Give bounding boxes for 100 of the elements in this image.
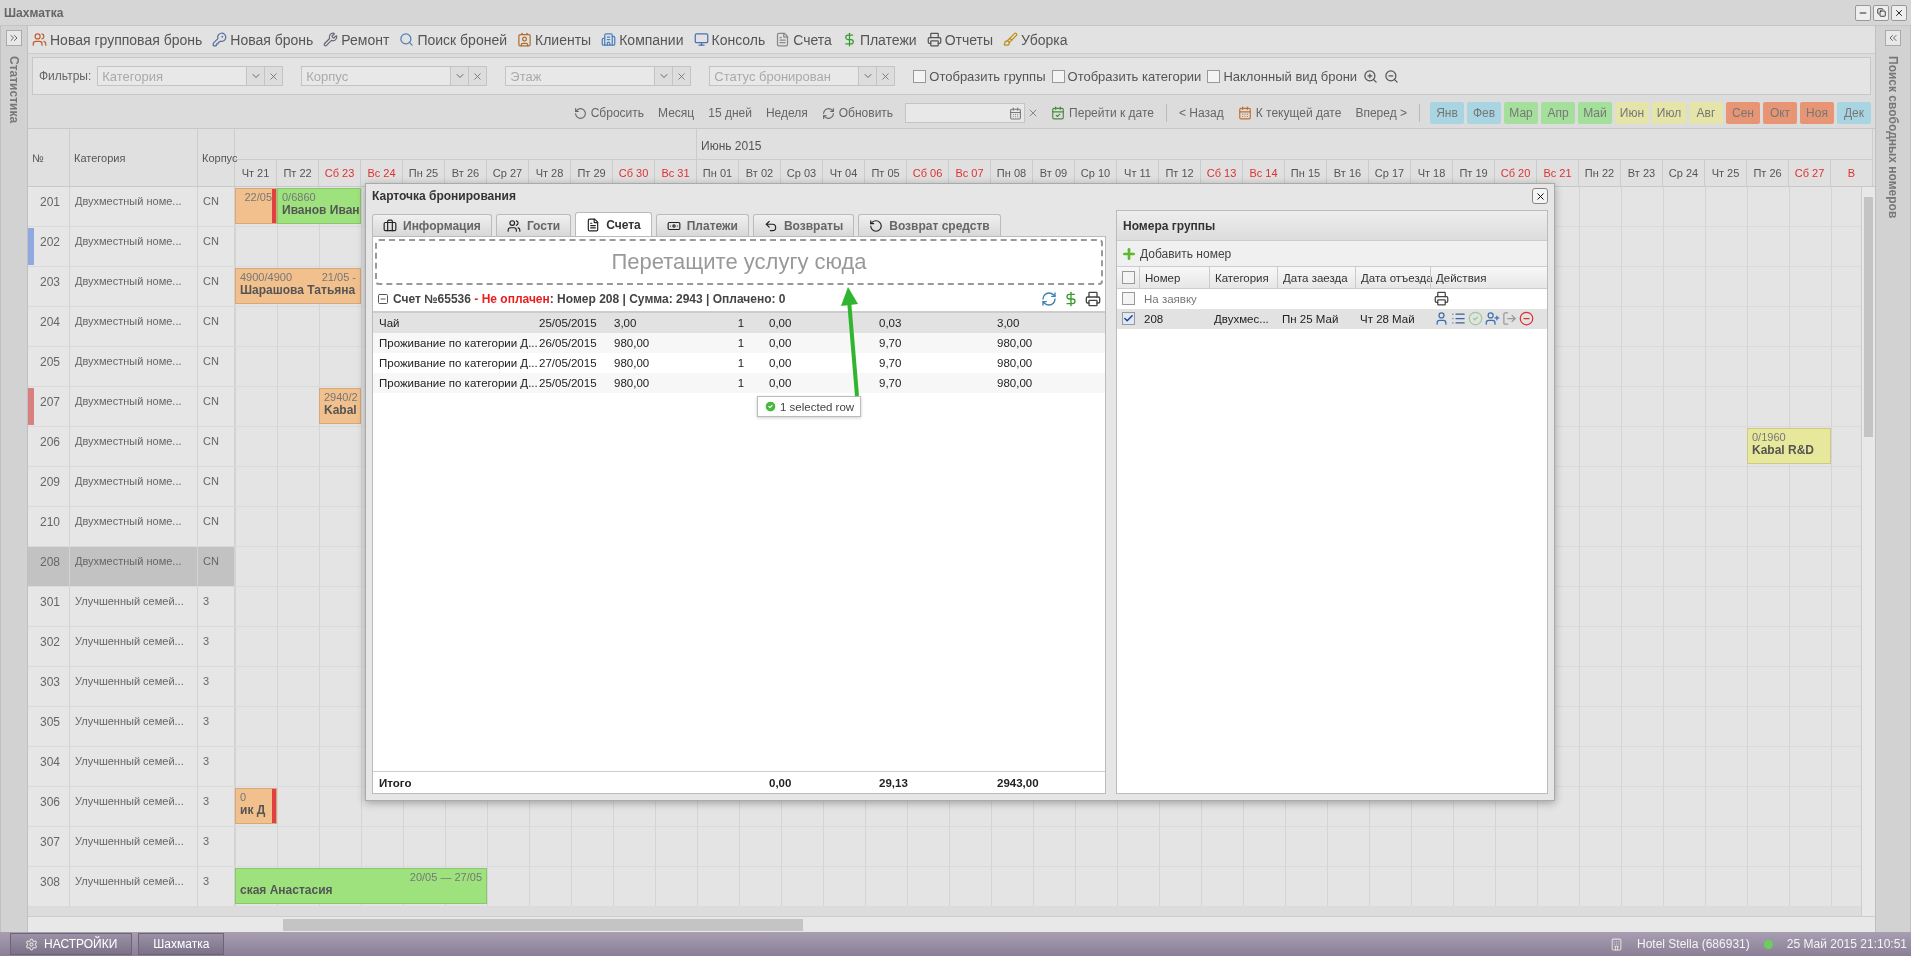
printer-icon[interactable] [1085, 291, 1101, 307]
close-button[interactable] [1891, 4, 1907, 21]
expand-button[interactable] [6, 30, 22, 46]
clear-button[interactable] [673, 66, 692, 86]
booking-bar[interactable]: 22/05 [235, 188, 277, 224]
tab[interactable]: Платежи [655, 214, 749, 236]
refresh-button[interactable]: Обновить [819, 106, 896, 120]
filter-field[interactable]: Корпус [301, 66, 452, 86]
clear-button[interactable] [265, 66, 284, 86]
checkbox[interactable] [913, 69, 927, 83]
refresh-icon[interactable] [1041, 291, 1057, 307]
toolbar-button[interactable]: Поиск броней [399, 31, 508, 48]
toolbar-button[interactable]: Счета [775, 31, 832, 48]
person-icon[interactable] [1434, 311, 1449, 326]
month-button[interactable]: Мар [1504, 102, 1538, 124]
toolbar-button[interactable]: Отчеты [926, 31, 994, 48]
invoice-row[interactable]: Проживание по категории Д...25/05/2015 980,00 1 0,00 9,70 980,00 [373, 373, 1105, 393]
checkbox[interactable] [1207, 69, 1221, 83]
collapse-icon[interactable] [377, 293, 389, 305]
table-cell-text: 0,00 [768, 337, 793, 349]
booking-bar[interactable]: 0/6860 Иванов Иван [277, 188, 361, 224]
month-button[interactable]: Июл [1652, 102, 1686, 124]
tab[interactable]: Возврат средств [858, 214, 1001, 236]
horizontal-scrollbar[interactable] [28, 916, 1875, 932]
clear-button[interactable] [469, 66, 488, 86]
checkbox[interactable] [1121, 292, 1135, 305]
minus-circle-icon[interactable] [1519, 311, 1534, 326]
toolbar-button[interactable]: Уборка [1003, 31, 1068, 48]
month-button[interactable]: Дек [1837, 102, 1871, 124]
filter-field[interactable]: Категория [97, 66, 248, 86]
booking-bar[interactable]: 2940/2 Kabal [319, 388, 361, 424]
go-to-date-button[interactable]: Перейти к дате [1049, 106, 1156, 120]
booking-bar[interactable]: 0 ик Д [235, 788, 277, 824]
room-category: Двухместный номе... [70, 547, 198, 586]
dropdown-button[interactable] [247, 66, 266, 86]
invoice-row[interactable]: Чай 25/05/2015 3,00 1 0,00 0,03 3,00 [373, 313, 1105, 333]
table-cell-text: 0,00 [768, 357, 793, 369]
add-person-icon[interactable] [1485, 311, 1500, 326]
dropdown-button[interactable] [859, 66, 878, 86]
dropdown-button[interactable] [655, 66, 674, 86]
invoice-row[interactable]: Проживание по категории Д...26/05/2015 980,00 1 0,00 9,70 980,00 [373, 333, 1105, 353]
dollar-icon[interactable] [1063, 291, 1079, 307]
add-room-button[interactable]: Добавить номер [1121, 245, 1232, 262]
printer-icon[interactable] [1434, 291, 1449, 306]
list-icon[interactable] [1451, 311, 1466, 326]
clear-button[interactable] [877, 66, 896, 86]
toolbar-button[interactable]: Компании [601, 31, 684, 48]
toolbar-button[interactable]: Клиенты [517, 31, 592, 48]
room-row[interactable]: 308 Улучшенный семей... 3 20/05 — 27/05 ская Анастасия [28, 867, 1861, 907]
double-chevron-icon [1887, 32, 1899, 44]
toolbar-button[interactable]: Ремонт [323, 31, 390, 48]
month-button[interactable]: Июн [1615, 102, 1649, 124]
tab[interactable]: Возвраты [752, 214, 855, 236]
checkbox[interactable] [1051, 69, 1065, 83]
today-button[interactable]: К текущей дате [1235, 106, 1344, 120]
expand-button[interactable] [1885, 30, 1901, 46]
toolbar-button[interactable]: Новая групповая бронь [32, 31, 203, 48]
filter-field[interactable]: Этаж [505, 66, 656, 86]
view-button[interactable]: Неделя [763, 106, 810, 120]
booking-bar[interactable]: 0/1960 Kabal R&D [1747, 428, 1831, 464]
dropdown-button[interactable] [451, 66, 470, 86]
taskbar-button[interactable]: НАСТРОЙКИ [10, 933, 133, 955]
forward-button[interactable]: Вперед > [1353, 106, 1409, 120]
vertical-scrollbar[interactable] [1861, 187, 1875, 916]
back-button[interactable]: < Назад [1177, 106, 1226, 120]
view-button[interactable]: 15 дней [706, 106, 754, 120]
filter-field[interactable]: Статус бронирован [709, 66, 860, 86]
toolbar-button[interactable]: Новая бронь [212, 31, 314, 48]
tab[interactable]: Счета [575, 212, 652, 236]
month-button[interactable]: Апр [1541, 102, 1575, 124]
restore-button[interactable] [1873, 4, 1889, 21]
check-circle-icon[interactable] [1468, 311, 1483, 326]
zoom-out-icon[interactable] [1384, 68, 1400, 84]
booking-bar[interactable]: 4900/4900 21/05 - Шарашова Татьяна [235, 268, 361, 304]
minimize-button[interactable] [1855, 4, 1871, 21]
taskbar-button[interactable]: Шахматка [138, 933, 225, 955]
tab[interactable]: Информация [372, 214, 492, 236]
refresh-icon [821, 106, 835, 120]
date-field[interactable] [905, 103, 1026, 123]
checkbox[interactable] [1121, 271, 1135, 284]
close-button[interactable] [1532, 188, 1548, 204]
total-value: 0,00 [768, 776, 793, 789]
month-button[interactable]: Май [1578, 102, 1612, 124]
room-row[interactable]: 307 Улучшенный семей... 3 [28, 827, 1861, 867]
toolbar-button[interactable]: Платежи [841, 31, 917, 48]
toolbar-button[interactable]: Консоль [693, 31, 766, 48]
total-value: 2943,00 [996, 776, 1040, 789]
booking-bar[interactable]: 20/05 — 27/05 ская Анастасия [235, 868, 487, 904]
group-row[interactable]: 208 Двухмес... Пн 25 Май Чт 28 Май [1117, 309, 1547, 329]
tab[interactable]: Гости [495, 214, 572, 236]
exit-icon[interactable] [1502, 311, 1517, 326]
month-button[interactable]: Янв [1430, 102, 1464, 124]
checkbox[interactable] [1121, 312, 1135, 325]
room-number: 304 [39, 754, 61, 771]
reset-button[interactable]: Сбросить [571, 106, 646, 120]
month-button[interactable]: Авг [1689, 102, 1723, 124]
view-button[interactable]: Месяц [656, 106, 697, 120]
zoom-in-icon[interactable] [1363, 68, 1379, 84]
key-icon [212, 32, 228, 47]
month-button[interactable]: Фев [1467, 102, 1501, 124]
